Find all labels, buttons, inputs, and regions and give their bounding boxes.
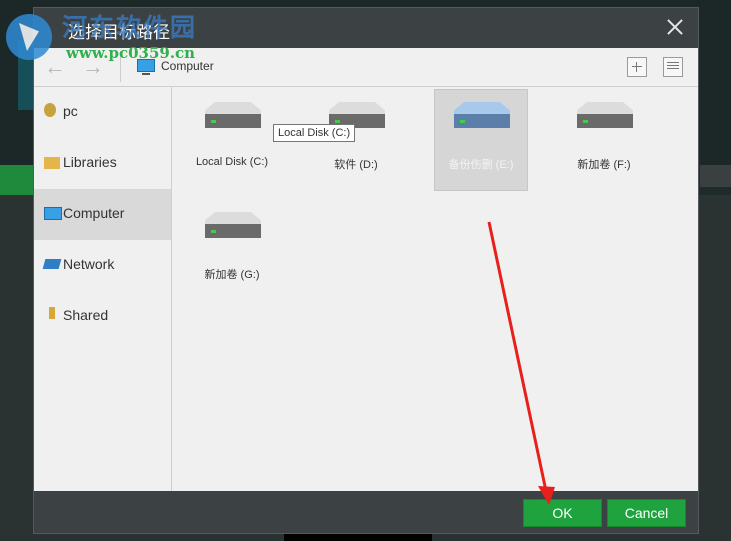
drive-list: Local Disk (C:) 软件 (D:) 备份伤删 (E:) 新加卷 (F… xyxy=(172,87,698,491)
sidebar-item-pc[interactable]: pc xyxy=(34,87,171,138)
sidebar-item-label: Computer xyxy=(63,205,125,221)
cancel-button[interactable]: Cancel xyxy=(607,499,686,527)
libraries-icon xyxy=(44,157,60,169)
sidebar-item-label: Shared xyxy=(63,307,109,323)
hard-drive-icon xyxy=(205,102,261,130)
new-folder-icon[interactable] xyxy=(627,57,647,77)
sidebar: pc Libraries Computer Network Shared xyxy=(34,87,172,491)
drive-tooltip: Local Disk (C:) xyxy=(273,124,356,142)
hard-drive-icon xyxy=(454,102,510,130)
drive-f[interactable]: 新加卷 (F:) xyxy=(558,90,650,190)
drive-g[interactable]: 新加卷 (G:) xyxy=(186,200,278,300)
sidebar-item-network[interactable]: Network xyxy=(34,240,171,291)
watermark-logo-icon xyxy=(6,14,52,60)
sidebar-item-libraries[interactable]: Libraries xyxy=(34,138,171,189)
sidebar-item-shared[interactable]: Shared xyxy=(34,291,171,342)
watermark-title: 河东软件园 xyxy=(62,13,198,42)
shared-icon xyxy=(49,307,55,319)
dialog-footer: OK Cancel xyxy=(34,491,698,533)
select-target-path-dialog: 选择目标路径 ← → Computer pc Libraries Compute… xyxy=(33,7,699,534)
sidebar-item-label: Network xyxy=(63,256,115,272)
watermark: 河东软件园 www.pc0359.cn xyxy=(4,4,214,64)
hard-drive-icon xyxy=(577,102,633,130)
close-icon[interactable] xyxy=(664,16,686,38)
sidebar-item-computer[interactable]: Computer xyxy=(34,189,171,240)
drive-label: Local Disk (C:) xyxy=(195,156,269,168)
drive-label: 备份伤删 (E:) xyxy=(448,159,514,171)
computer-icon xyxy=(44,207,62,220)
drive-label: 新加卷 (G:) xyxy=(204,269,260,281)
drive-c[interactable]: Local Disk (C:) xyxy=(186,90,278,190)
watermark-url: www.pc0359.cn xyxy=(66,44,196,62)
drive-e[interactable]: 备份伤删 (E:) xyxy=(434,89,528,191)
sidebar-item-label: pc xyxy=(63,103,78,119)
user-icon xyxy=(44,103,56,117)
network-icon xyxy=(42,259,62,269)
drive-label: 新加卷 (F:) xyxy=(577,159,631,171)
hard-drive-icon xyxy=(205,212,261,240)
drive-label: 软件 (D:) xyxy=(334,159,378,171)
sidebar-item-label: Libraries xyxy=(63,154,117,170)
list-view-icon[interactable] xyxy=(663,57,683,77)
ok-button[interactable]: OK xyxy=(523,499,602,527)
background-app-accent xyxy=(0,165,34,195)
background-app-tab xyxy=(700,165,731,187)
